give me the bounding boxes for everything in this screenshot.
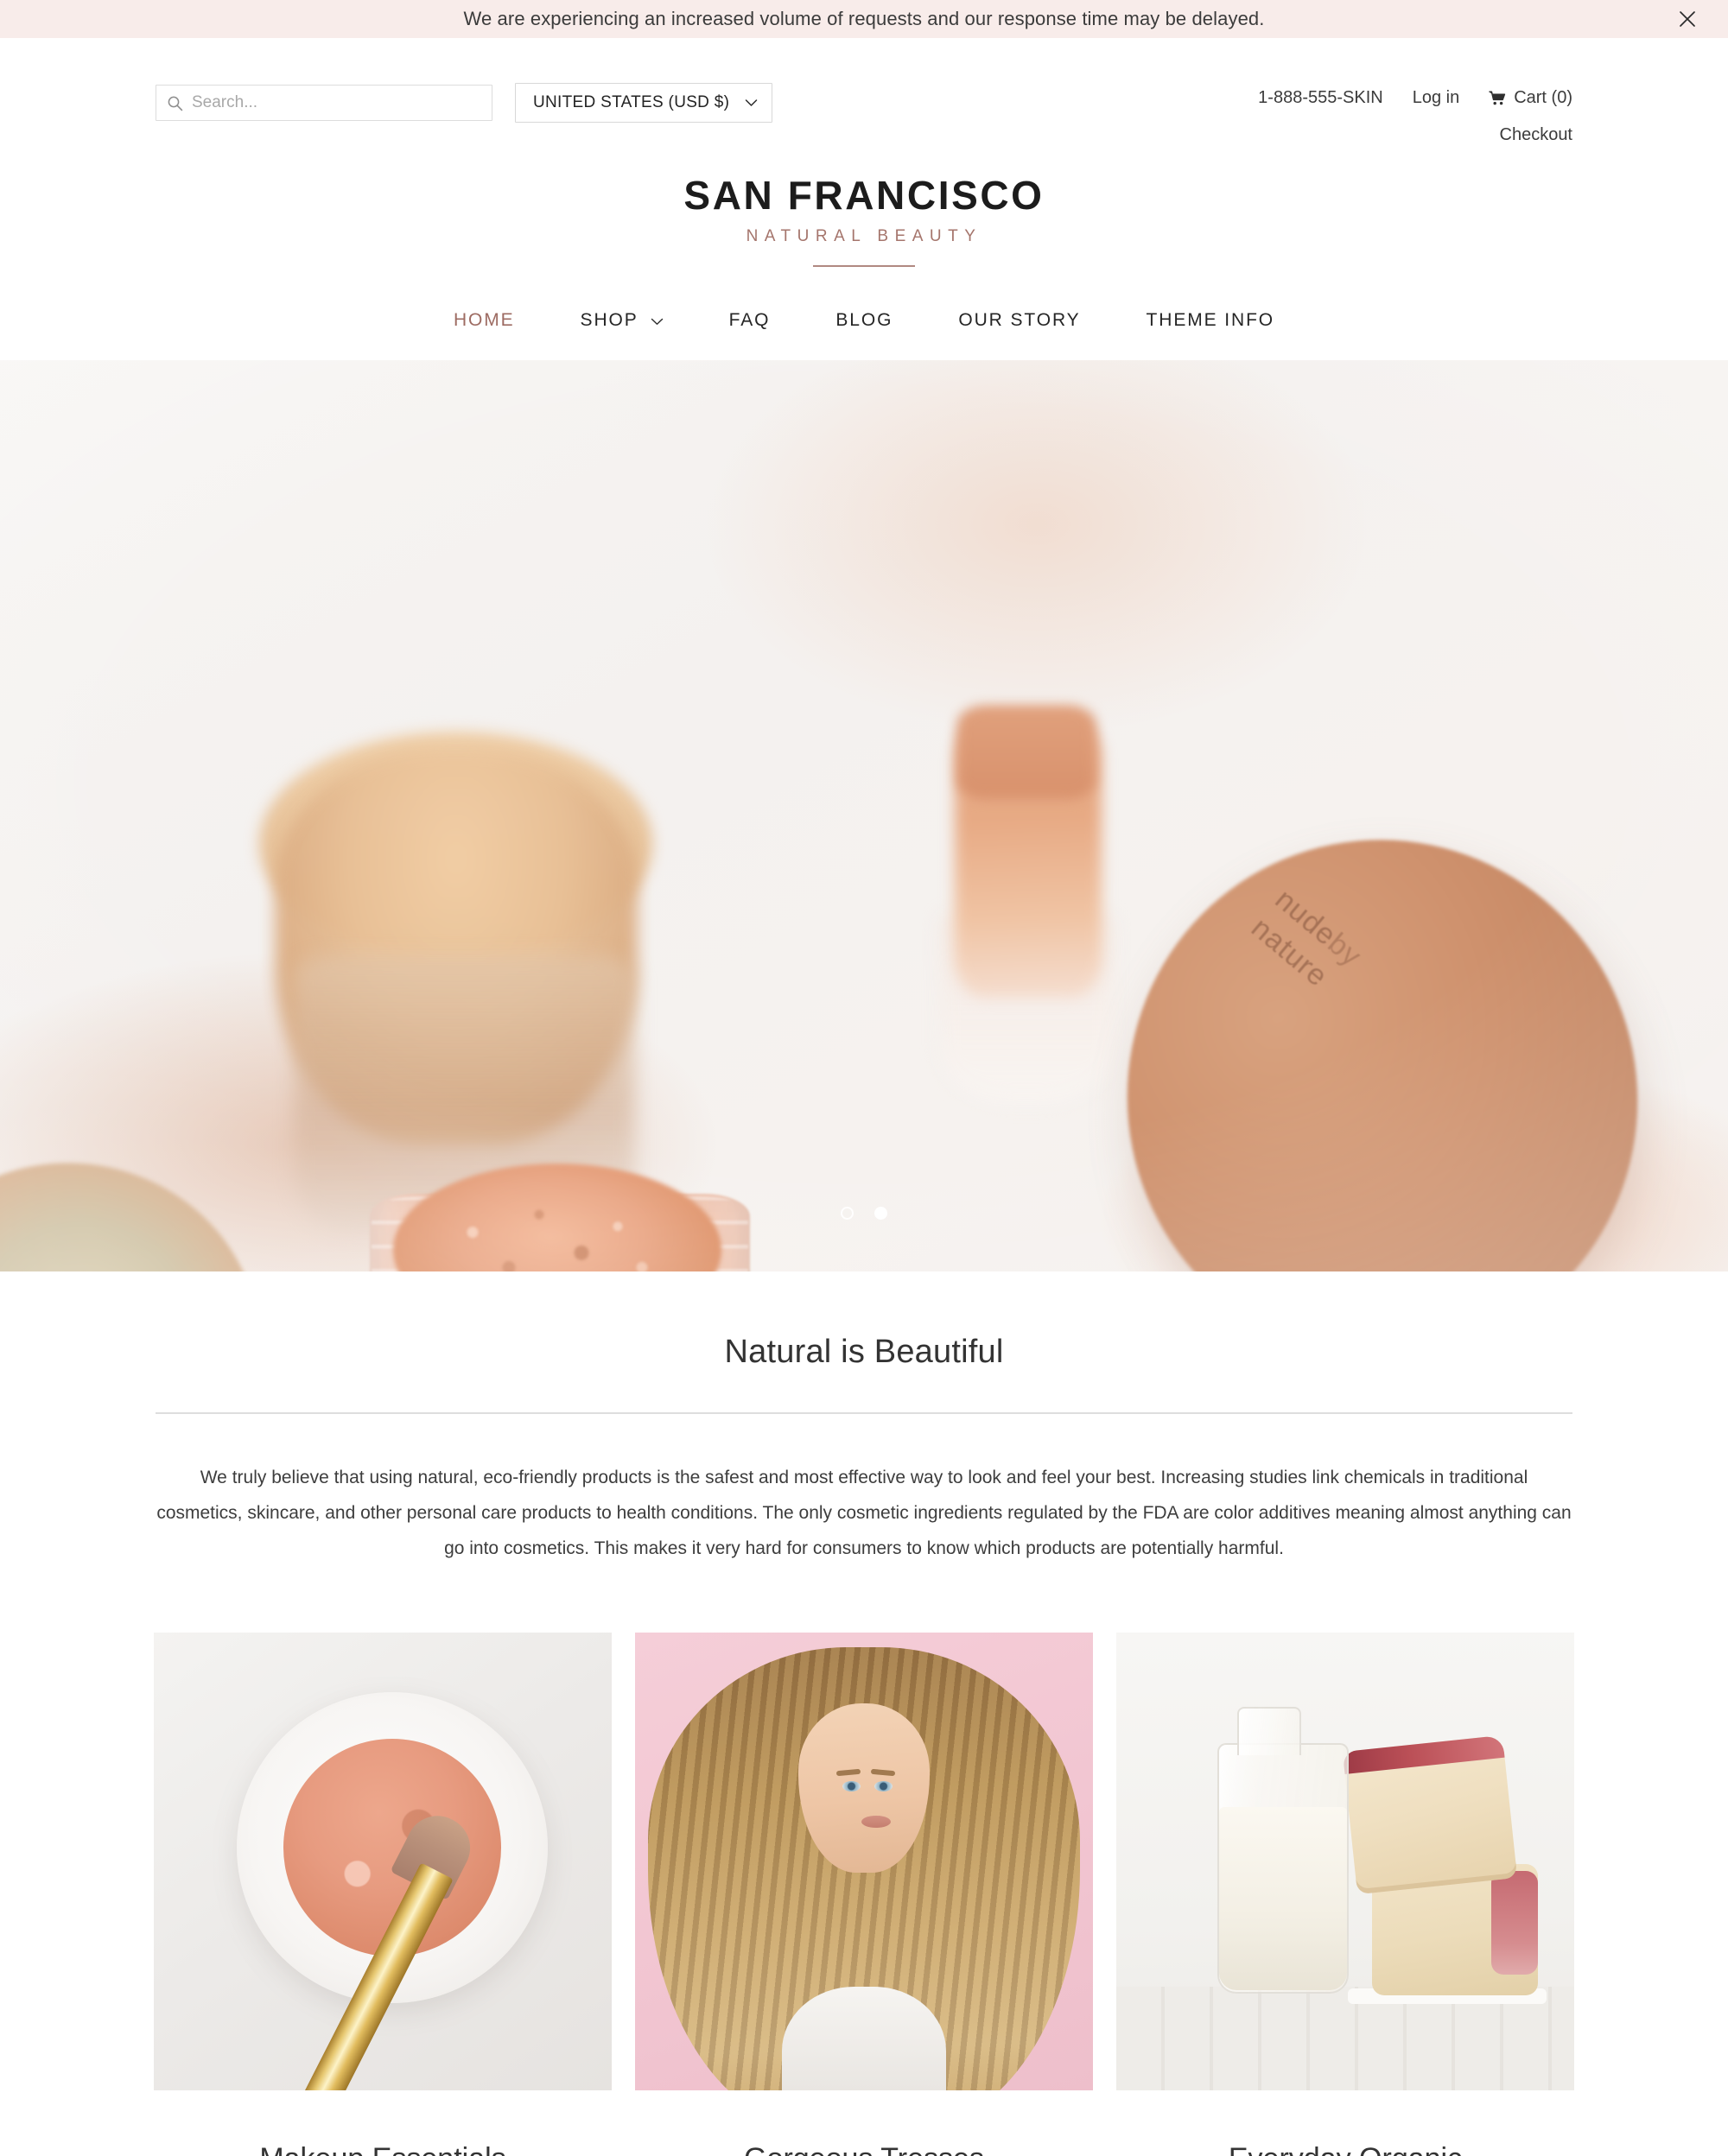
nav-item-faq[interactable]: FAQ <box>696 310 804 331</box>
nav-item-our-story[interactable]: OUR STORY <box>925 310 1113 331</box>
checkout-link[interactable]: Checkout <box>1500 125 1573 145</box>
hero-slideshow[interactable]: nudeby nature <box>0 360 1728 1272</box>
intro-body: We truly believe that using natural, eco… <box>156 1468 1572 1559</box>
site-logo[interactable]: SAN FRANCISCO NATURAL BEAUTY <box>0 133 1728 268</box>
cart-label: Cart (0) <box>1514 88 1572 107</box>
search-icon <box>167 95 183 111</box>
feature-card-title[interactable]: Everyday Organic <box>1116 2142 1574 2156</box>
login-link[interactable]: Log in <box>1413 88 1460 108</box>
main-navigation: HOME SHOP FAQ BLOG OUR STORY THEME INFO <box>0 267 1728 360</box>
search-box[interactable] <box>156 85 492 121</box>
feature-card-gorgeous-tresses: Gorgeous Tresses Beautiful, healthy hair… <box>635 1633 1093 2156</box>
shopping-cart-icon <box>1489 90 1506 106</box>
nav-item-theme-info[interactable]: THEME INFO <box>1114 310 1308 331</box>
country-selector-label: UNITED STATES (USD $) <box>533 93 730 111</box>
intro-section: Natural is Beautiful We truly believe th… <box>0 1271 1728 1567</box>
feature-card-image[interactable] <box>635 1633 1093 2091</box>
cart-link[interactable]: Cart (0) <box>1489 88 1572 108</box>
nav-item-blog[interactable]: BLOG <box>803 310 925 331</box>
country-selector[interactable]: UNITED STATES (USD $) <box>515 83 773 123</box>
page-root: We are experiencing an increased volume … <box>0 0 1728 2156</box>
hero-bottle-cap <box>957 706 1096 800</box>
chevron-down-icon <box>651 318 664 326</box>
feature-card-title[interactable]: Gorgeous Tresses <box>635 2142 1093 2156</box>
feature-card-image[interactable] <box>154 1633 612 2091</box>
phone-link[interactable]: 1-888-555-SKIN <box>1258 88 1383 108</box>
feature-cards: Makeup Essentials Everything you need fo… <box>0 1567 1728 2156</box>
search-input[interactable] <box>192 93 481 112</box>
carousel-dot-2[interactable] <box>874 1207 887 1221</box>
feature-card-everyday-organic: Everyday Organic Healthy ingredients, in… <box>1116 1633 1574 2156</box>
announcement-text: We are experiencing an increased volume … <box>463 8 1265 29</box>
utility-bar: UNITED STATES (USD $) 1-888-555-SKIN Log… <box>0 38 1728 144</box>
nav-item-shop[interactable]: SHOP <box>548 310 696 331</box>
intro-title: Natural is Beautiful <box>724 1334 1004 1371</box>
carousel-dot-1[interactable] <box>841 1207 854 1221</box>
utility-links: 1-888-555-SKIN Log in Cart (0) Checkout <box>1258 88 1572 145</box>
logo-tagline: NATURAL BEAUTY <box>746 227 982 246</box>
feature-card-makeup-essentials: Makeup Essentials Everything you need fo… <box>154 1633 612 2156</box>
logo-title: SAN FRANCISCO <box>683 173 1045 218</box>
nav-item-shop-label: SHOP <box>580 310 638 331</box>
feature-card-image[interactable] <box>1116 1633 1574 2091</box>
announcement-bar: We are experiencing an increased volume … <box>0 0 1728 38</box>
chevron-down-icon <box>745 98 758 107</box>
intro-divider <box>156 1412 1572 1415</box>
close-icon[interactable] <box>1673 4 1702 34</box>
nav-item-home[interactable]: HOME <box>421 310 548 331</box>
feature-card-title[interactable]: Makeup Essentials <box>154 2142 612 2156</box>
carousel-pagination <box>841 1207 887 1221</box>
